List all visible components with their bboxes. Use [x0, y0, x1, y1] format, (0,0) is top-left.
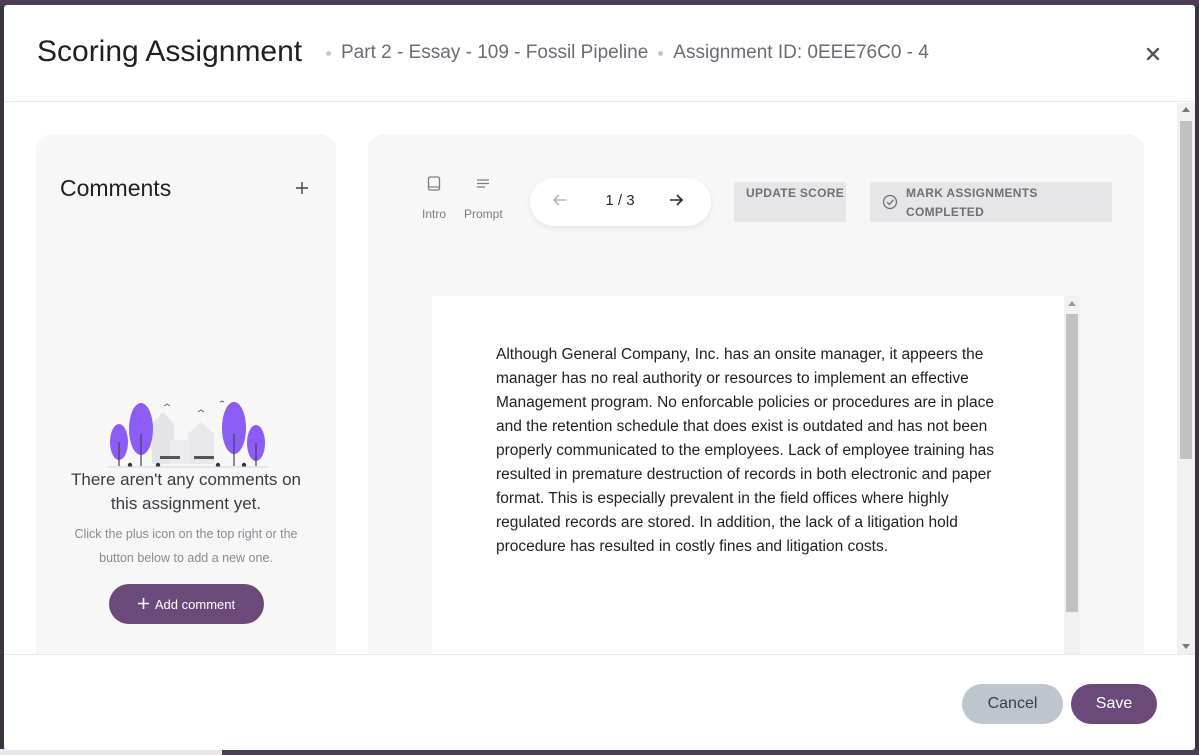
plus-icon	[137, 597, 149, 611]
empty-comments-illustration	[108, 400, 268, 468]
scroll-up-arrow-icon[interactable]	[1182, 107, 1190, 112]
check-circle-icon	[882, 194, 898, 216]
modal-body-scrollbar[interactable]	[1177, 103, 1195, 654]
tool-intro[interactable]: Intro	[422, 176, 446, 221]
update-score-button[interactable]: UPDATE SCORE	[734, 182, 846, 222]
essay-scrollbar[interactable]	[1064, 296, 1080, 654]
scroll-down-arrow-icon[interactable]	[1182, 644, 1190, 649]
modal-footer: Cancel Save	[4, 654, 1195, 750]
empty-comments-hint: Click the plus icon on the top right or …	[74, 527, 298, 565]
response-viewer-panel: Intro Prompt 1 / 3 UPDATE SCORE MARK ASS…	[368, 134, 1144, 654]
tool-prompt[interactable]: Prompt	[464, 176, 503, 221]
scroll-up-arrow-icon[interactable]	[1068, 301, 1076, 306]
add-comment-label: Add comment	[154, 596, 236, 612]
mark-assignments-completed-button[interactable]: MARK ASSIGNMENTS COMPLETED	[870, 182, 1112, 222]
modal-header: Scoring Assignment Part 2 - Essay - 109 …	[4, 5, 1195, 102]
add-comment-plus-icon[interactable]	[296, 178, 308, 198]
modal-title: Scoring Assignment	[37, 35, 303, 68]
separator-dot	[326, 50, 331, 56]
essay-text: Although General Company, Inc. has an on…	[496, 346, 994, 555]
assignment-meta: Part 2 - Essay - 109 - Fossil Pipeline A…	[326, 42, 929, 64]
lines-icon	[464, 176, 503, 194]
essay-response-box: Although General Company, Inc. has an on…	[432, 296, 1080, 654]
assignment-part: Part 2 - Essay - 109 - Fossil Pipeline	[341, 42, 649, 63]
cancel-button[interactable]: Cancel	[962, 684, 1063, 724]
tool-intro-label: Intro	[422, 207, 447, 221]
separator-dot	[658, 50, 664, 56]
tool-prompt-label: Prompt	[464, 207, 503, 221]
arrow-left-icon[interactable]	[552, 192, 568, 213]
comments-title: Comments	[60, 175, 172, 201]
assignment-id: Assignment ID: 0EEE76C0 - 4	[673, 42, 929, 63]
arrow-right-icon[interactable]	[668, 192, 684, 213]
modal-scroll-thumb[interactable]	[1180, 121, 1192, 459]
comments-panel: Comments There aren't any comments on th…	[36, 134, 336, 654]
page-counter: 1 / 3	[605, 192, 635, 209]
essay-scroll-thumb[interactable]	[1066, 314, 1078, 612]
close-icon[interactable]	[1144, 45, 1162, 63]
mark-completed-label: MARK ASSIGNMENTS COMPLETED	[906, 186, 1038, 219]
book-icon	[422, 176, 446, 194]
empty-comments-title: There aren't any comments on this assign…	[70, 470, 302, 513]
add-comment-button[interactable]: Add comment	[109, 584, 264, 624]
page-navigator: 1 / 3	[530, 178, 711, 226]
scoring-modal: Scoring Assignment Part 2 - Essay - 109 …	[4, 5, 1195, 750]
save-button[interactable]: Save	[1071, 684, 1157, 724]
modal-body: Comments There aren't any comments on th…	[4, 103, 1195, 654]
